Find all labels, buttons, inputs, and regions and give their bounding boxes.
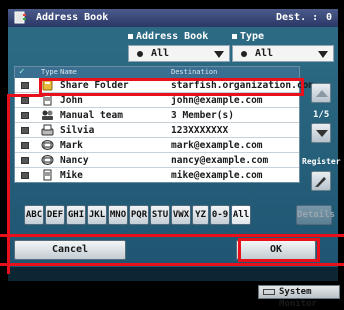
column-type: Type bbox=[41, 68, 58, 76]
table-row[interactable]: Silvia 123XXXXXXX bbox=[15, 123, 299, 138]
table-header: ✓ Type Name Destination bbox=[15, 67, 299, 78]
address-book-dropdown[interactable]: All bbox=[128, 45, 230, 62]
table-row[interactable]: Mike mike@example.com bbox=[15, 168, 299, 183]
tab-all[interactable]: All bbox=[231, 205, 251, 225]
register-button[interactable] bbox=[311, 171, 331, 191]
table-row[interactable]: Manual team 3 Member(s) bbox=[15, 108, 299, 123]
scroll-down-button[interactable] bbox=[311, 123, 331, 143]
chevron-down-icon bbox=[318, 51, 328, 58]
address-book-filter-label: Address Book bbox=[128, 31, 208, 42]
radio-dot-icon bbox=[137, 51, 143, 57]
address-book-screen: Address Book Dest. : 0 Address Book All … bbox=[0, 0, 344, 309]
type-dropdown[interactable]: All bbox=[232, 45, 334, 62]
tab-pqr[interactable]: PQR bbox=[129, 205, 149, 225]
arrow-down-icon bbox=[316, 130, 328, 137]
column-destination: Destination bbox=[171, 68, 218, 76]
tab-mno[interactable]: MNO bbox=[108, 205, 128, 225]
type-filter-label: Type bbox=[232, 31, 264, 42]
tab-vwx[interactable]: VWX bbox=[171, 205, 191, 225]
pen-icon bbox=[315, 177, 326, 187]
highlight-ok-button bbox=[238, 238, 320, 262]
tab-jkl[interactable]: JKL bbox=[87, 205, 107, 225]
table-row[interactable]: Mark mark@example.com bbox=[15, 138, 299, 153]
page-indicator: 1/5 bbox=[313, 110, 330, 120]
highlight-selected-row bbox=[39, 78, 304, 96]
column-name: Name bbox=[60, 68, 77, 76]
check-icon: ✓ bbox=[19, 67, 25, 77]
tab-0-9[interactable]: 0-9 bbox=[210, 205, 230, 225]
tab-ghi[interactable]: GHI bbox=[66, 205, 86, 225]
tab-yz[interactable]: YZ bbox=[192, 205, 209, 225]
arrow-up-icon bbox=[316, 90, 328, 97]
chevron-down-icon bbox=[214, 51, 224, 58]
table-row[interactable]: Nancy nancy@example.com bbox=[15, 153, 299, 168]
details-button[interactable]: Details bbox=[296, 205, 335, 225]
tab-stu[interactable]: STU bbox=[150, 205, 170, 225]
bottom-bar bbox=[8, 267, 338, 281]
tab-def[interactable]: DEF bbox=[45, 205, 65, 225]
scroll-up-button[interactable] bbox=[311, 83, 331, 103]
checkbox[interactable] bbox=[21, 82, 29, 89]
register-label: Register bbox=[302, 157, 341, 166]
system-monitor-button[interactable]: System Monitor bbox=[258, 285, 340, 309]
radio-dot-icon bbox=[241, 51, 247, 57]
monitor-icon bbox=[263, 289, 275, 295]
